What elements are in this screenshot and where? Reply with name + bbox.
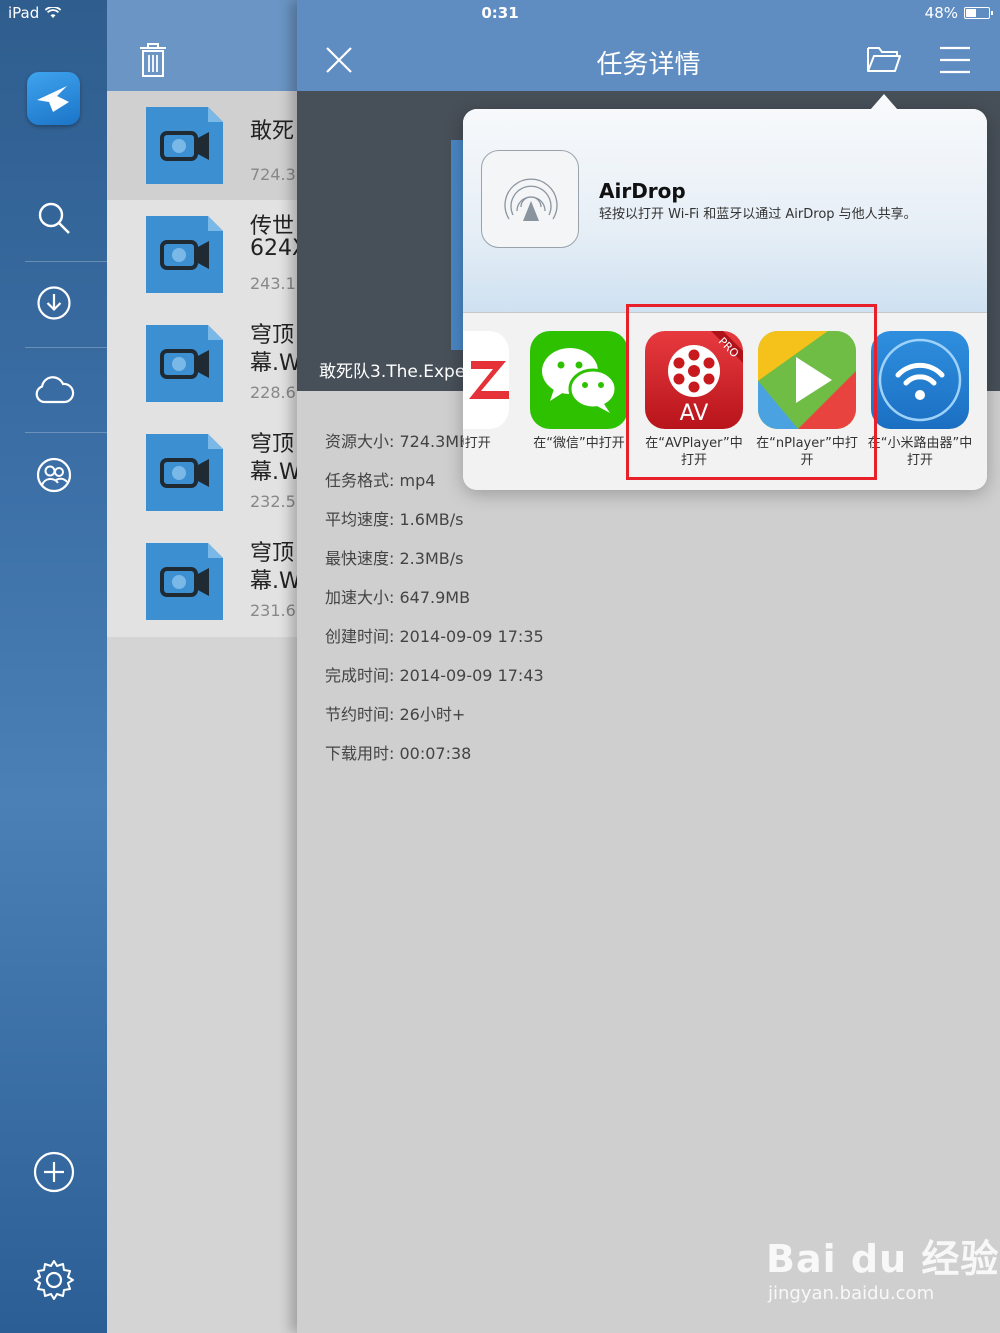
list-item-title: 敢死	[250, 119, 295, 144]
watermark-brand: Bai du 经验	[766, 1237, 1000, 1281]
list-item[interactable]: 穹顶 幕.W 228.6	[107, 309, 307, 418]
download-list-panel: 敢死 724.3 传世 624X 243.1 穹顶 幕.W 228.6 穹顶 幕…	[107, 0, 307, 1333]
rail-divider	[25, 261, 107, 262]
menu-icon[interactable]	[939, 46, 971, 74]
info-row: 最快速度: 2.3MB/s	[325, 549, 464, 568]
plus-circle-icon	[33, 1151, 74, 1193]
partial-app-item[interactable]: ”中打开	[463, 331, 515, 452]
info-row: 平均速度: 1.6MB/s	[325, 510, 464, 529]
wechat-icon	[530, 331, 628, 429]
info-row: 节约时间: 26小时+	[325, 705, 466, 724]
download-list: 敢死 724.3 传世 624X 243.1 穹顶 幕.W 228.6 穹顶 幕…	[107, 91, 307, 637]
info-row: 创建时间: 2014-09-09 17:35	[325, 627, 544, 646]
list-item[interactable]: 传世 624X 243.1	[107, 200, 307, 309]
partial-app-label: ”中打开	[463, 436, 491, 451]
battery-percent: 48%	[924, 4, 958, 22]
list-item-size: 232.5	[250, 492, 296, 511]
watermark-url: jingyan.baidu.com	[768, 1283, 935, 1304]
list-item-title-2: 幕.W	[250, 460, 300, 485]
search-nav-button[interactable]	[0, 178, 107, 258]
list-item[interactable]: 敢死 724.3	[107, 91, 307, 200]
info-row: 资源大小: 724.3MB	[325, 432, 471, 451]
cloud-nav-button[interactable]	[0, 350, 107, 430]
clock: 0:31	[481, 4, 519, 22]
app-logo-icon[interactable]	[27, 72, 80, 125]
rail-divider	[25, 432, 107, 433]
list-item[interactable]: 穹顶 幕.W 232.5	[107, 418, 307, 527]
video-file-icon	[146, 216, 223, 293]
status-bar: iPad 0:31 48%	[0, 0, 1000, 28]
add-button[interactable]	[0, 1132, 107, 1212]
wechat-label: 在“微信”中打开	[533, 436, 625, 451]
list-item[interactable]: 穹顶 幕.W 231.6	[107, 527, 307, 636]
partial-app-icon	[463, 331, 509, 429]
list-item-size: 228.6	[250, 383, 296, 402]
airdrop-icon[interactable]	[481, 150, 579, 248]
airdrop-section: AirDrop 轻按以打开 Wi-Fi 和蓝牙以通过 AirDrop 与他人共享…	[463, 109, 987, 312]
friends-icon	[36, 457, 71, 493]
airdrop-description: 轻按以打开 Wi-Fi 和蓝牙以通过 AirDrop 与他人共享。	[599, 207, 917, 222]
video-file-icon	[146, 434, 223, 511]
download-nav-button[interactable]	[0, 263, 107, 343]
video-file-icon	[146, 325, 223, 402]
list-item-title-2: 幕.W	[250, 569, 300, 594]
folder-icon[interactable]	[866, 44, 902, 74]
list-item-size: 231.6	[250, 601, 296, 620]
download-icon	[36, 286, 71, 320]
xiaomi-router-icon	[871, 331, 969, 429]
info-row: 完成时间: 2014-09-09 17:43	[325, 666, 544, 685]
video-file-icon	[146, 107, 223, 184]
info-row: 加速大小: 647.9MB	[325, 588, 471, 607]
xiaomi-router-label: 在“小米路由器”中打开	[867, 436, 973, 468]
gear-icon	[33, 1260, 74, 1300]
settings-button[interactable]	[0, 1240, 107, 1320]
battery-icon	[964, 7, 993, 19]
info-row: 下载用时: 00:07:38	[325, 744, 472, 763]
video-file-icon	[146, 543, 223, 620]
list-item-size: 724.3	[250, 165, 296, 184]
rail-divider	[25, 347, 107, 348]
list-item-size: 243.1	[250, 274, 296, 293]
friends-nav-button[interactable]	[0, 435, 107, 515]
list-item-title-2: 624X	[250, 236, 300, 261]
list-item-title-2: 幕.W	[250, 351, 300, 376]
search-icon	[38, 202, 70, 234]
left-rail	[0, 0, 107, 1333]
trash-icon[interactable]	[137, 42, 169, 78]
cloud-icon	[35, 376, 74, 404]
wechat-app-item[interactable]: 在“微信”中打开	[524, 331, 634, 452]
highlight-box	[626, 304, 877, 480]
baidu-watermark: Bai du 经验 jingyan.baidu.com	[766, 1228, 999, 1304]
info-row: 任务格式: mp4	[325, 471, 436, 490]
airdrop-title: AirDrop	[599, 179, 686, 203]
popover-arrow	[870, 94, 898, 110]
video-caption: 敢死队3.The.Expendables.3	[319, 362, 464, 382]
xiaomi-router-app-item[interactable]: 在“小米路由器”中打开	[865, 331, 975, 469]
